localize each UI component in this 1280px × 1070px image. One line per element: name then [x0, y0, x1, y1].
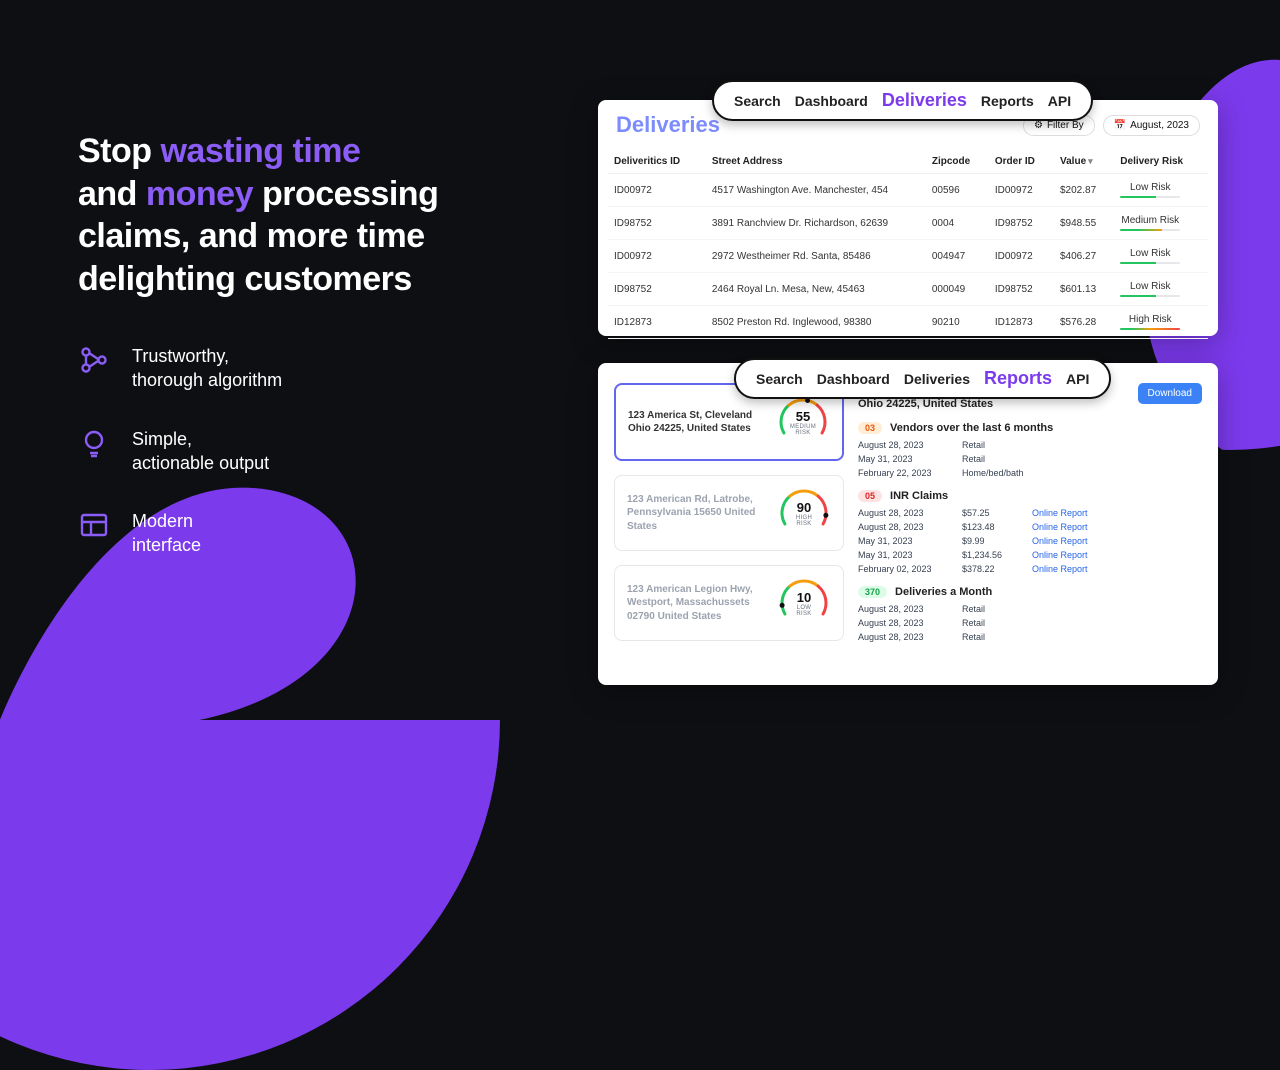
feature-algorithm: Trustworthy, thorough algorithm: [78, 344, 548, 393]
nav-dashboard[interactable]: Dashboard: [817, 371, 890, 387]
nav-deliveries[interactable]: Deliveries: [904, 371, 970, 387]
list-item: February 02, 2023$378.22Online Report: [858, 562, 1202, 576]
feature-line: interface: [132, 535, 201, 555]
hero-text: processing: [253, 175, 438, 213]
feature-line: Modern: [132, 511, 193, 531]
nav-search[interactable]: Search: [734, 93, 781, 109]
hero-text: Stop: [78, 132, 160, 170]
table-row[interactable]: ID009724517 Washington Ave. Manchester, …: [608, 174, 1208, 207]
list-item: August 28, 2023$57.25Online Report: [858, 506, 1202, 520]
feature-line: Trustworthy,: [132, 346, 229, 366]
hero-text: and: [78, 175, 146, 213]
calendar-icon: 📅: [1114, 120, 1126, 131]
online-report-link[interactable]: Online Report: [1032, 550, 1088, 560]
col-zip[interactable]: Zipcode: [926, 150, 989, 174]
nav-api[interactable]: API: [1066, 371, 1089, 387]
list-item: February 22, 2023Home/bed/bath: [858, 466, 1202, 480]
list-item: August 28, 2023Retail: [858, 438, 1202, 452]
list-item: August 28, 2023$123.48Online Report: [858, 520, 1202, 534]
feature-interface: Modern interface: [78, 509, 548, 558]
card-address: 123 American Legion Hwy, Westport, Massa…: [627, 583, 769, 624]
hero-text: delighting customers: [78, 260, 412, 298]
card-address: 123 American Rd, Latrobe, Pennsylvania 1…: [627, 493, 769, 534]
table-row[interactable]: ID987523891 Ranchview Dr. Richardson, 62…: [608, 207, 1208, 240]
nav-reports[interactable]: Reports: [984, 368, 1052, 389]
sort-desc-icon: ▾: [1088, 156, 1093, 166]
filter-label: Filter By: [1047, 120, 1084, 131]
section-claims: 05 INR Claims August 28, 2023$57.25Onlin…: [858, 490, 1202, 576]
list-item: August 28, 2023Retail: [858, 630, 1202, 644]
address-card[interactable]: 123 American Rd, Latrobe, Pennsylvania 1…: [614, 475, 844, 551]
feature-line: thorough algorithm: [132, 370, 282, 390]
date-filter-button[interactable]: 📅 August, 2023: [1103, 115, 1200, 136]
vendors-badge: 03: [858, 422, 882, 434]
monthly-badge: 370: [858, 586, 887, 598]
col-id[interactable]: Deliveritics ID: [608, 150, 706, 174]
date-label: August, 2023: [1130, 120, 1189, 131]
nav-api[interactable]: API: [1048, 93, 1071, 109]
list-item: August 28, 2023Retail: [858, 616, 1202, 630]
card-address: 123 America St, Cleveland Ohio 24225, Un…: [628, 409, 768, 436]
nav-deliveries[interactable]: Deliveries: [882, 90, 967, 111]
online-report-link[interactable]: Online Report: [1032, 536, 1088, 546]
section-monthly: 370 Deliveries a Month August 28, 2023Re…: [858, 586, 1202, 644]
risk-gauge: 55MEDIUMRISK: [776, 395, 830, 449]
deliveries-panel: Deliveries ⚙ Filter By 📅 August, 2023 De…: [598, 100, 1218, 336]
online-report-link[interactable]: Online Report: [1032, 564, 1088, 574]
deliveries-title: Deliveries: [616, 112, 720, 138]
online-report-link[interactable]: Online Report: [1032, 522, 1088, 532]
download-button[interactable]: Download: [1138, 383, 1202, 404]
nav-search[interactable]: Search: [756, 371, 803, 387]
monthly-title: Deliveries a Month: [895, 586, 992, 598]
online-report-link[interactable]: Online Report: [1032, 508, 1088, 518]
col-value[interactable]: Value▾: [1054, 150, 1114, 174]
col-order[interactable]: Order ID: [989, 150, 1054, 174]
nav-pill-reports: Search Dashboard Deliveries Reports API: [734, 358, 1111, 399]
table-row[interactable]: ID128738502 Preston Rd. Inglewood, 98380…: [608, 306, 1208, 339]
nav-pill-deliveries: Search Dashboard Deliveries Reports API: [712, 80, 1093, 121]
vendors-title: Vendors over the last 6 months: [890, 422, 1053, 434]
table-row[interactable]: ID987522464 Royal Ln. Mesa, New, 4546300…: [608, 273, 1208, 306]
address-card[interactable]: 123 American Legion Hwy, Westport, Massa…: [614, 565, 844, 641]
list-item: August 28, 2023Retail: [858, 602, 1202, 616]
section-vendors: 03 Vendors over the last 6 months August…: [858, 422, 1202, 480]
hero-text: claims, and more time: [78, 217, 425, 255]
list-item: May 31, 2023$1,234.56Online Report: [858, 548, 1202, 562]
claims-badge: 05: [858, 490, 882, 502]
nodes-icon: [78, 344, 110, 376]
feature-line: actionable output: [132, 453, 269, 473]
lightbulb-icon: [78, 427, 110, 459]
nav-dashboard[interactable]: Dashboard: [795, 93, 868, 109]
hero-accent-1: wasting time: [160, 132, 360, 170]
feature-output: Simple, actionable output: [78, 427, 548, 476]
hero-headline: Stop wasting time and money processing c…: [78, 130, 548, 300]
feature-line: Simple,: [132, 429, 192, 449]
risk-gauge: 90HIGHRISK: [777, 486, 831, 540]
deliveries-table: Deliveritics ID Street Address Zipcode O…: [608, 150, 1208, 339]
col-risk[interactable]: Delivery Risk: [1114, 150, 1208, 174]
filter-icon: ⚙: [1034, 120, 1043, 131]
hero-accent-2: money: [146, 175, 253, 213]
reports-panel: 123 America St, Cleveland Ohio 24225, Un…: [598, 363, 1218, 685]
claims-title: INR Claims: [890, 490, 948, 502]
list-item: May 31, 2023$9.99Online Report: [858, 534, 1202, 548]
layout-icon: [78, 509, 110, 541]
col-street[interactable]: Street Address: [706, 150, 926, 174]
nav-reports[interactable]: Reports: [981, 93, 1034, 109]
risk-gauge: 10LOWRISK: [777, 576, 831, 630]
list-item: May 31, 2023Retail: [858, 452, 1202, 466]
table-row[interactable]: ID009722972 Westheimer Rd. Santa, 854860…: [608, 240, 1208, 273]
